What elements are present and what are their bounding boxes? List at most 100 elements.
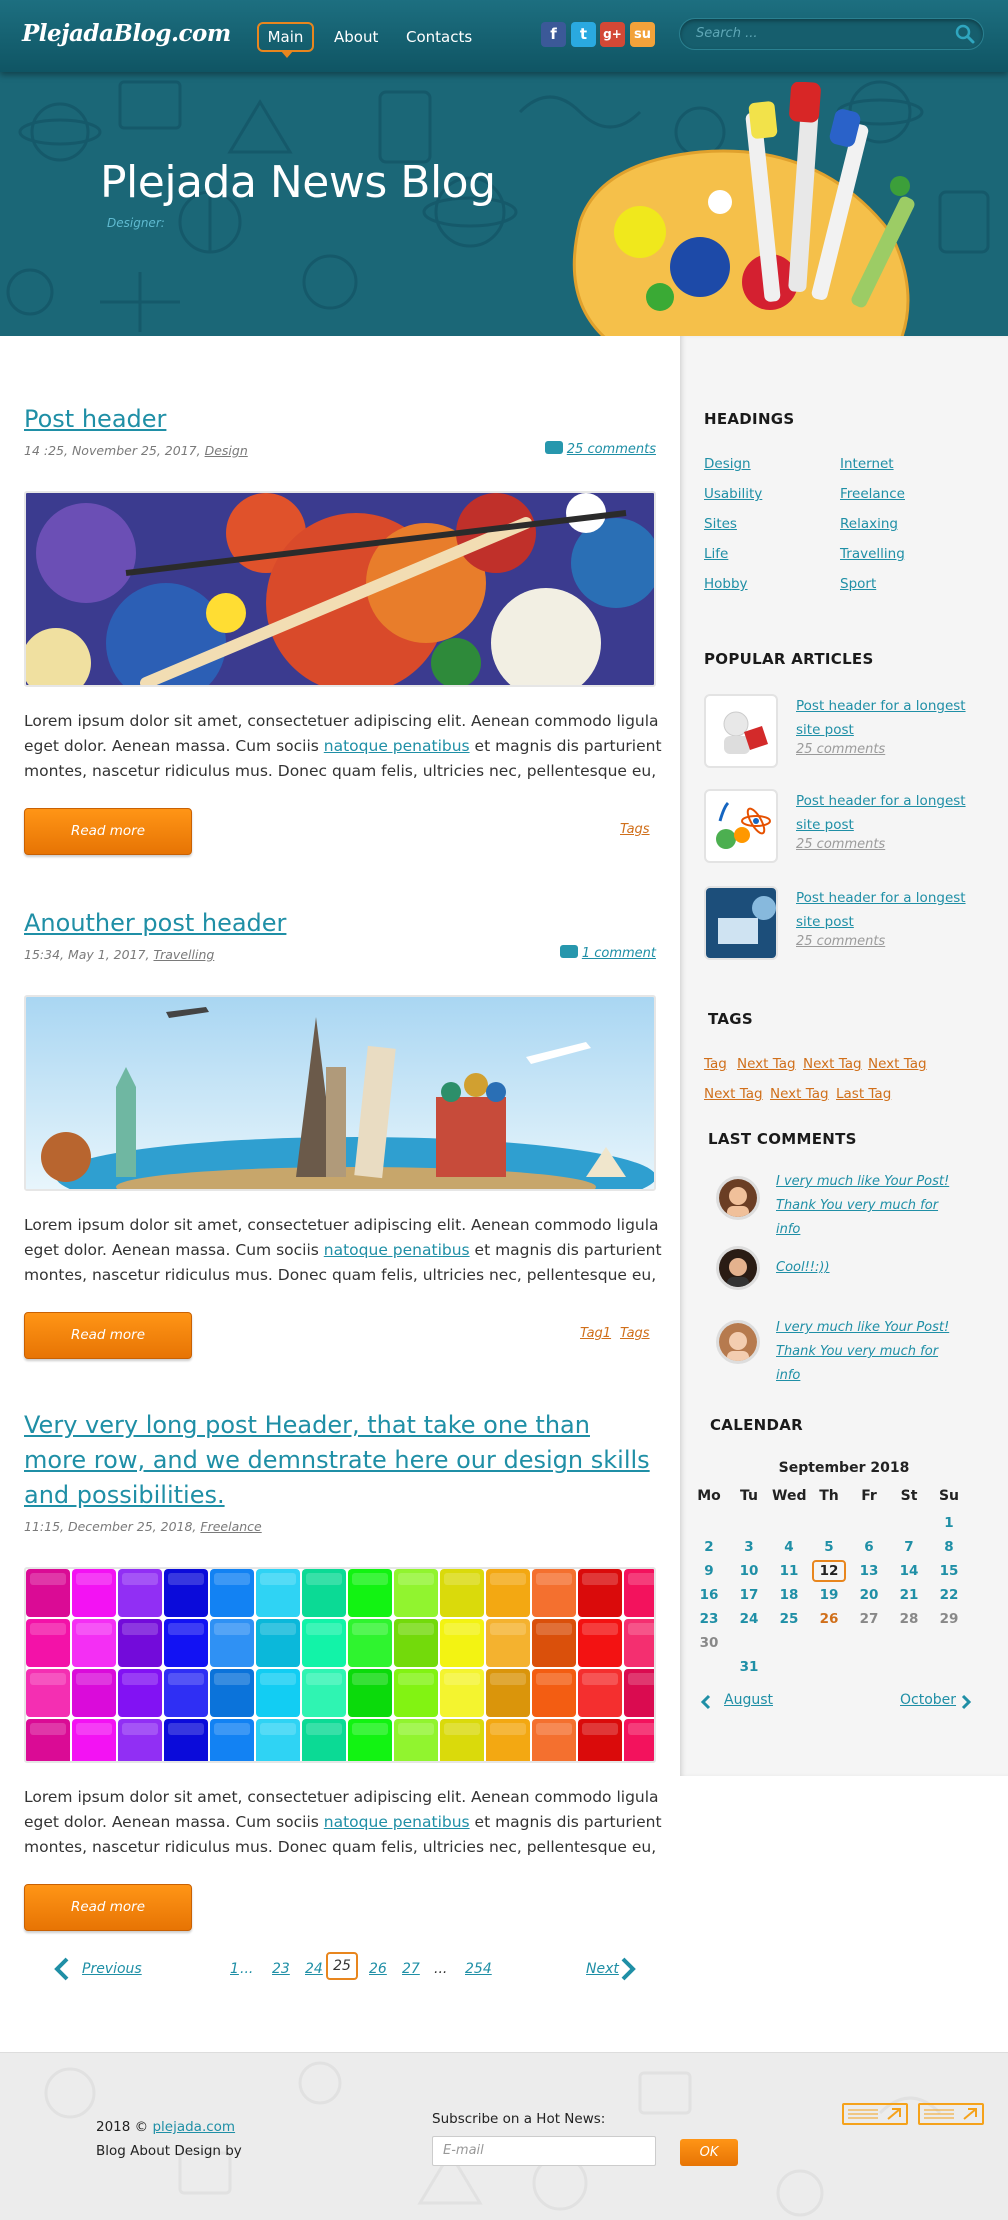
heading-link[interactable]: Life bbox=[704, 546, 728, 562]
article-title[interactable]: Post header for a longest site post bbox=[796, 886, 976, 934]
excerpt-link[interactable]: natoque penatibus bbox=[324, 1813, 470, 1831]
calendar-day[interactable]: 8 bbox=[932, 1536, 966, 1558]
heading-link[interactable]: Usability bbox=[704, 486, 762, 502]
post-title[interactable]: Post header bbox=[24, 402, 656, 437]
calendar-day[interactable]: 31 bbox=[732, 1656, 766, 1678]
next-page-link[interactable]: Next bbox=[586, 1961, 619, 1977]
calendar-day[interactable]: 20 bbox=[852, 1584, 886, 1606]
calendar-day[interactable]: 9 bbox=[692, 1560, 726, 1582]
tag-link[interactable]: Last Tag bbox=[836, 1086, 891, 1102]
page-link[interactable]: 1 bbox=[230, 1961, 239, 1977]
post-category[interactable]: Travelling bbox=[153, 947, 214, 962]
footer-site-link[interactable]: plejada.com bbox=[152, 2119, 235, 2135]
article-comments[interactable]: 25 comments bbox=[796, 742, 885, 757]
search-icon[interactable] bbox=[955, 24, 975, 44]
page-link[interactable]: 24 bbox=[305, 1961, 323, 1977]
calendar-day[interactable]: 25 bbox=[772, 1608, 806, 1630]
popular-article[interactable]: Post header for a longest site post 25 c… bbox=[704, 886, 1004, 964]
calendar-day[interactable]: 30 bbox=[692, 1632, 726, 1654]
calendar-day[interactable]: 29 bbox=[932, 1608, 966, 1630]
article-thumbnail[interactable] bbox=[704, 789, 778, 863]
calendar-day[interactable]: 4 bbox=[772, 1536, 806, 1558]
post-title[interactable]: Very very long post Header, that take on… bbox=[24, 1408, 656, 1513]
calendar-day[interactable]: 10 bbox=[732, 1560, 766, 1582]
post-tag[interactable]: Tags bbox=[620, 822, 650, 837]
validation-badge[interactable] bbox=[842, 2103, 908, 2125]
article-comments[interactable]: 25 comments bbox=[796, 837, 885, 852]
heading-link[interactable]: Design bbox=[704, 456, 751, 472]
validation-badge[interactable] bbox=[918, 2103, 984, 2125]
post-category[interactable]: Design bbox=[205, 443, 248, 458]
heading-link[interactable]: Hobby bbox=[704, 576, 748, 592]
heading-link[interactable]: Freelance bbox=[840, 486, 905, 502]
google-plus-icon[interactable]: g+ bbox=[600, 22, 625, 47]
read-more-button[interactable]: Read more bbox=[24, 1312, 192, 1359]
calendar-day[interactable]: 14 bbox=[892, 1560, 926, 1582]
post-image-cubes[interactable] bbox=[24, 1567, 656, 1763]
avatar[interactable] bbox=[716, 1320, 760, 1364]
read-more-button[interactable]: Read more bbox=[24, 1884, 192, 1931]
calendar-prev-month[interactable]: August bbox=[724, 1692, 773, 1708]
read-more-button[interactable]: Read more bbox=[24, 808, 192, 855]
post-tag[interactable]: Tags bbox=[620, 1326, 650, 1341]
heading-link[interactable]: Relaxing bbox=[840, 516, 898, 532]
calendar-day[interactable]: 5 bbox=[812, 1536, 846, 1558]
tag-link[interactable]: Next Tag bbox=[704, 1086, 763, 1102]
post-image-travel[interactable] bbox=[24, 995, 656, 1191]
comments-link[interactable]: 1 comment bbox=[559, 945, 656, 961]
tag-link[interactable]: Next Tag bbox=[803, 1056, 862, 1072]
calendar-day[interactable]: 19 bbox=[812, 1584, 846, 1606]
page-link[interactable]: 254 bbox=[465, 1961, 492, 1977]
calendar-day[interactable]: 6 bbox=[852, 1536, 886, 1558]
calendar-next-month[interactable]: October bbox=[900, 1692, 956, 1708]
calendar-day[interactable]: 17 bbox=[732, 1584, 766, 1606]
page-link[interactable]: 27 bbox=[402, 1961, 420, 1977]
email-field[interactable]: E-mail bbox=[432, 2136, 656, 2166]
calendar-day[interactable]: 15 bbox=[932, 1560, 966, 1582]
search-box[interactable]: Search ... bbox=[679, 18, 984, 50]
article-comments[interactable]: 25 comments bbox=[796, 934, 885, 949]
post-tag[interactable]: Tag1 bbox=[580, 1326, 611, 1341]
twitter-icon[interactable]: t bbox=[571, 22, 596, 47]
heading-link[interactable]: Sport bbox=[840, 576, 876, 592]
post-image-painting[interactable] bbox=[24, 491, 656, 687]
calendar-day[interactable]: 27 bbox=[852, 1608, 886, 1630]
calendar-day[interactable]: 7 bbox=[892, 1536, 926, 1558]
calendar-day[interactable]: 18 bbox=[772, 1584, 806, 1606]
tag-link[interactable]: Next Tag bbox=[737, 1056, 796, 1072]
calendar-day[interactable]: 28 bbox=[892, 1608, 926, 1630]
calendar-day[interactable]: 22 bbox=[932, 1584, 966, 1606]
last-comment-text[interactable]: I very much like Your Post! Thank You ve… bbox=[776, 1316, 956, 1388]
calendar-day[interactable]: 12 bbox=[812, 1560, 846, 1582]
chevron-right-icon[interactable] bbox=[960, 1694, 972, 1710]
last-comment-text[interactable]: Cool!!:)) bbox=[776, 1256, 956, 1280]
comments-link[interactable]: 25 comments bbox=[544, 441, 656, 457]
popular-article[interactable]: Post header for a longest site post 25 c… bbox=[704, 789, 1004, 867]
heading-link[interactable]: Travelling bbox=[840, 546, 905, 562]
calendar-day[interactable]: 11 bbox=[772, 1560, 806, 1582]
page-link[interactable]: 26 bbox=[369, 1961, 387, 1977]
chevron-left-icon[interactable] bbox=[52, 1956, 72, 1982]
nav-contacts[interactable]: Contacts bbox=[406, 22, 472, 52]
article-thumbnail[interactable] bbox=[704, 886, 778, 960]
excerpt-link[interactable]: natoque penatibus bbox=[324, 1241, 470, 1259]
heading-link[interactable]: Sites bbox=[704, 516, 737, 532]
article-title[interactable]: Post header for a longest site post bbox=[796, 789, 976, 837]
popular-article[interactable]: Post header for a longest site post 25 c… bbox=[704, 694, 1004, 772]
calendar-day[interactable]: 16 bbox=[692, 1584, 726, 1606]
calendar-day[interactable]: 13 bbox=[852, 1560, 886, 1582]
calendar-day[interactable]: 1 bbox=[932, 1512, 966, 1534]
current-page[interactable]: 25 bbox=[326, 1952, 358, 1980]
calendar-day[interactable]: 24 bbox=[732, 1608, 766, 1630]
nav-about[interactable]: About bbox=[334, 22, 378, 52]
avatar[interactable] bbox=[716, 1246, 760, 1290]
article-title[interactable]: Post header for a longest site post bbox=[796, 694, 976, 742]
heading-link[interactable]: Internet bbox=[840, 456, 894, 472]
previous-page-link[interactable]: Previous bbox=[82, 1961, 142, 1977]
calendar-day[interactable]: 3 bbox=[732, 1536, 766, 1558]
chevron-left-icon[interactable] bbox=[700, 1694, 712, 1710]
post-category[interactable]: Freelance bbox=[200, 1519, 261, 1534]
tag-link[interactable]: Next Tag bbox=[770, 1086, 829, 1102]
avatar[interactable] bbox=[716, 1176, 760, 1220]
calendar-day[interactable]: 21 bbox=[892, 1584, 926, 1606]
